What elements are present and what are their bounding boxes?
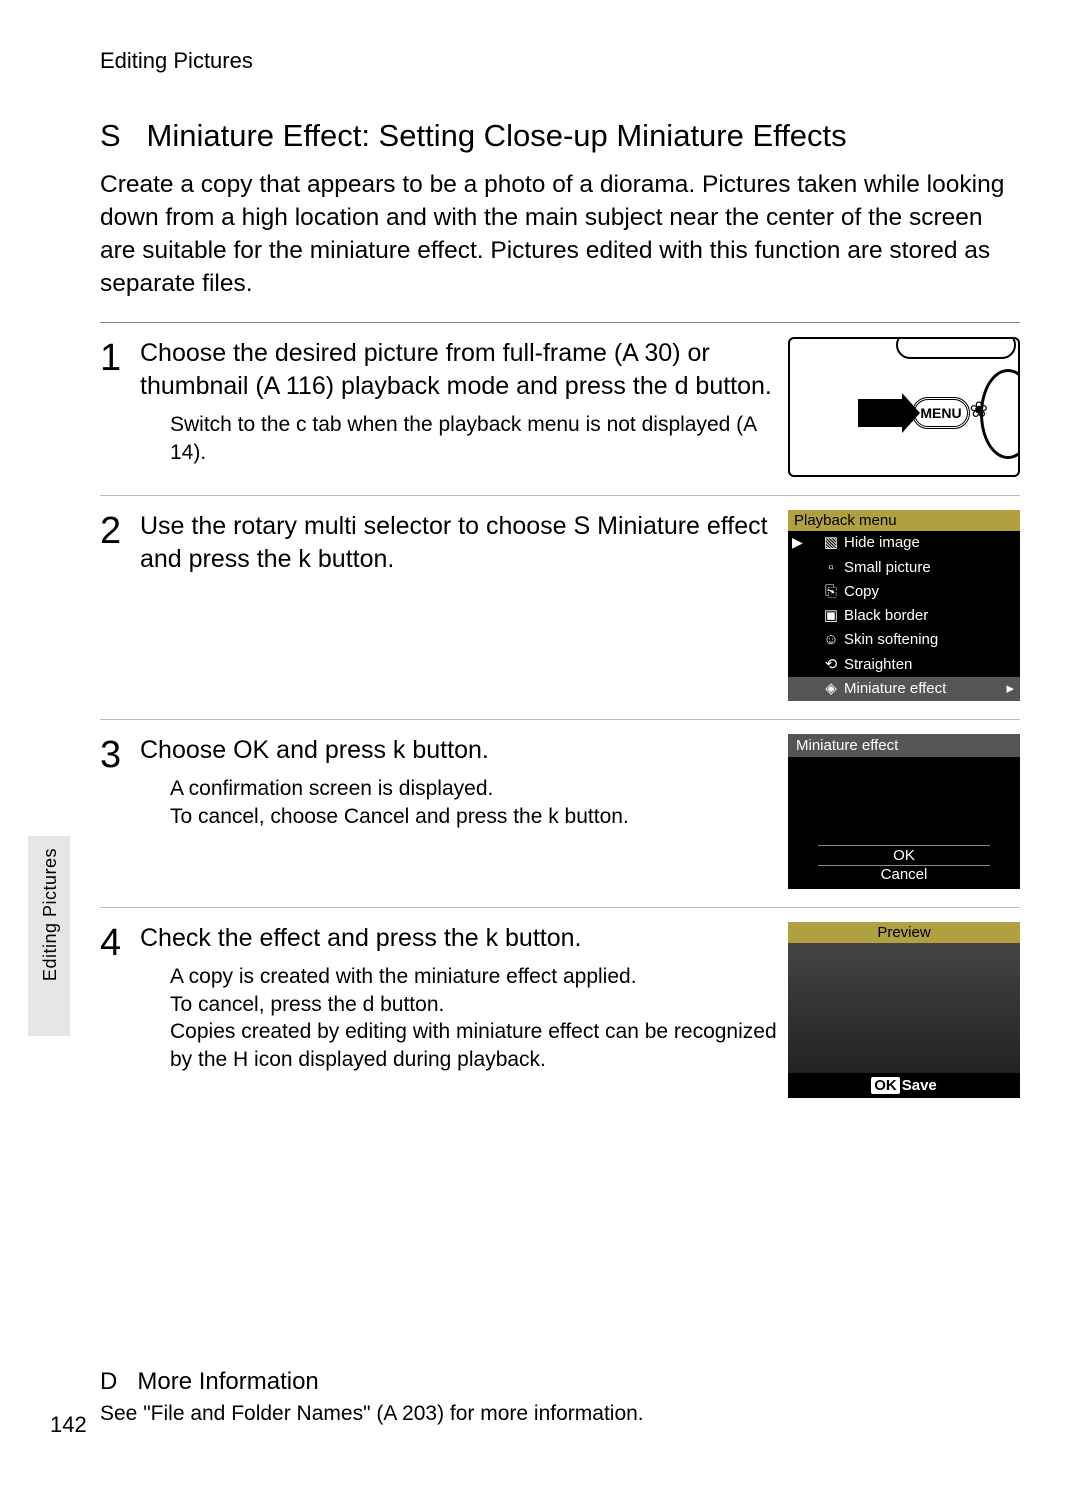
menu-item: ⎘Copy [788,580,1020,604]
step-subtext: A confirmation screen is displayed.To ca… [170,775,780,830]
page-title: S Miniature Effect: Setting Close-up Min… [100,118,1020,154]
save-text: Save [902,1077,937,1094]
side-tab-label: Editing Pictures [40,848,61,981]
menu-item-icon: ⟲ [822,655,840,675]
step-heading: Choose the desired picture from full-fra… [140,337,780,403]
confirm-ok: OK [818,845,990,866]
menu-item: ▫Small picture [788,556,1020,580]
step-subtext: Switch to the c tab when the playback me… [170,411,780,466]
confirm-screen: Miniature effect OK Cancel [788,734,1020,889]
title-icon: S [100,118,121,153]
menu-item-icon: ☺ [822,630,840,650]
footnote: D More Information See "File and Folder … [100,1368,1020,1426]
preview-screen: Preview OKSave [788,922,1020,1098]
menu-item: ▣Black border [788,604,1020,628]
camera-mode-dial [980,369,1020,459]
confirm-title: Miniature effect [788,734,1020,757]
menu-item-label: Straighten [844,655,912,675]
step-number: 2 [100,510,140,701]
menu-item: ☺Skin softening [788,628,1020,652]
confirm-body [788,757,1020,843]
step: 2 Use the rotary multi selector to choos… [100,495,1020,719]
section-header: Editing Pictures [100,48,1020,74]
footnote-heading: More Information [137,1368,318,1395]
preview-save-label: OKSave [788,1073,1020,1098]
title-text: Miniature Effect: Setting Close-up Minia… [147,118,847,153]
menu-title: Playback menu [788,510,1020,531]
step-heading: Choose OK and press k button. [140,734,780,767]
confirm-cancel: Cancel [788,866,1020,883]
step-subtext: A copy is created with the miniature eff… [170,963,780,1074]
menu-item-icon: ▣ [822,606,840,626]
menu-item-icon: ▧ [822,533,840,553]
preview-image-area [788,943,1020,1073]
menu-item-label: Hide image [844,533,920,553]
menu-item: ⟲Straighten [788,653,1020,677]
menu-item-icon: ▫ [822,558,840,578]
step-number: 1 [100,337,140,477]
step: 3 Choose OK and press k button. A confir… [100,719,1020,907]
intro-paragraph: Create a copy that appears to be a photo… [100,168,1020,300]
menu-item: ◈Miniature effect [788,677,1020,701]
menu-item-label: Skin softening [844,630,938,650]
ok-badge-icon: OK [871,1077,900,1094]
step-heading: Check the effect and press the k button. [140,922,780,955]
menu-item-label: Small picture [844,558,931,578]
footnote-icon: D [100,1368,117,1395]
step-number: 3 [100,734,140,889]
menu-item-icon: ⎘ [822,582,840,602]
camera-top-dial [896,337,1016,359]
menu-item-label: Black border [844,606,928,626]
step-number: 4 [100,922,140,1098]
page-number: 142 [50,1412,87,1438]
step: 1 Choose the desired picture from full-f… [100,323,1020,495]
arrow-right-icon [858,399,904,427]
playback-menu-screen: Playback menu ▶ ▧Hide image▫Small pictur… [788,510,1020,701]
menu-item-label: Miniature effect [844,679,946,699]
preview-title: Preview [788,922,1020,943]
menu-item-icon: ◈ [822,679,840,699]
menu-item-label: Copy [844,582,879,602]
footnote-body: See "File and Folder Names" (A 203) for … [100,1402,1020,1426]
camera-illustration: MENU ❀ [788,337,1020,477]
step-heading: Use the rotary multi selector to choose … [140,510,780,576]
menu-item: ▧Hide image [788,531,1020,555]
menu-button-icon: MENU [912,397,970,429]
steps-list: 1 Choose the desired picture from full-f… [100,322,1020,1116]
step: 4 Check the effect and press the k butto… [100,907,1020,1116]
